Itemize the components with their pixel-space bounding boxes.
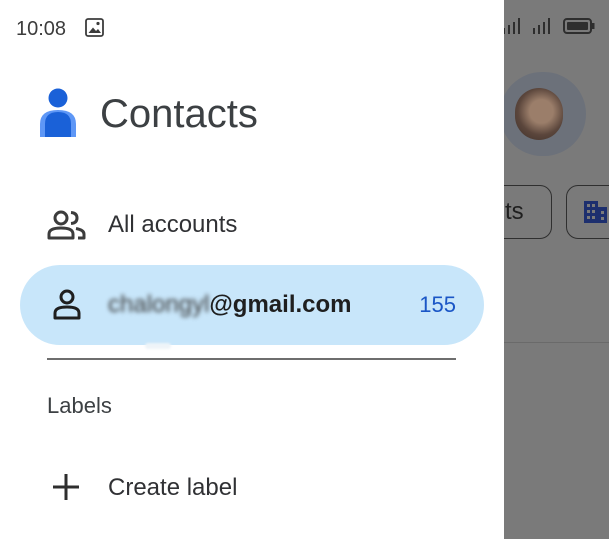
blur-artifact: [145, 343, 171, 349]
building-icon: [584, 201, 607, 223]
all-accounts-label: All accounts: [108, 211, 238, 238]
email-obscured: chalongyl: [108, 291, 210, 318]
status-bar: 10:08: [0, 0, 609, 56]
avatar: [515, 88, 563, 140]
labels-heading: Labels: [47, 393, 112, 418]
account-item[interactable]: chalongyl@gmail.com 155: [20, 265, 484, 345]
create-label-button[interactable]: Create label: [20, 455, 484, 519]
contact-count: 155: [419, 292, 456, 317]
create-label-text: Create label: [108, 474, 238, 501]
divider: [504, 342, 609, 343]
navigation-drawer: 10:08 Contacts All accounts chalongyl@gm…: [0, 0, 504, 539]
filter-chip-label: ts: [505, 198, 524, 225]
app-title: Contacts: [100, 92, 258, 136]
divider: [47, 358, 456, 360]
plus-icon: [53, 474, 79, 500]
image-icon: [85, 18, 104, 37]
person-icon: [53, 289, 81, 320]
people-icon: [47, 210, 86, 240]
email-domain: @gmail.com: [209, 291, 352, 318]
account-email: chalongyl@gmail.com: [108, 291, 352, 319]
all-accounts-item[interactable]: All accounts: [20, 185, 484, 265]
contacts-logo-icon: [40, 88, 76, 137]
status-time: 10:08: [16, 18, 67, 40]
